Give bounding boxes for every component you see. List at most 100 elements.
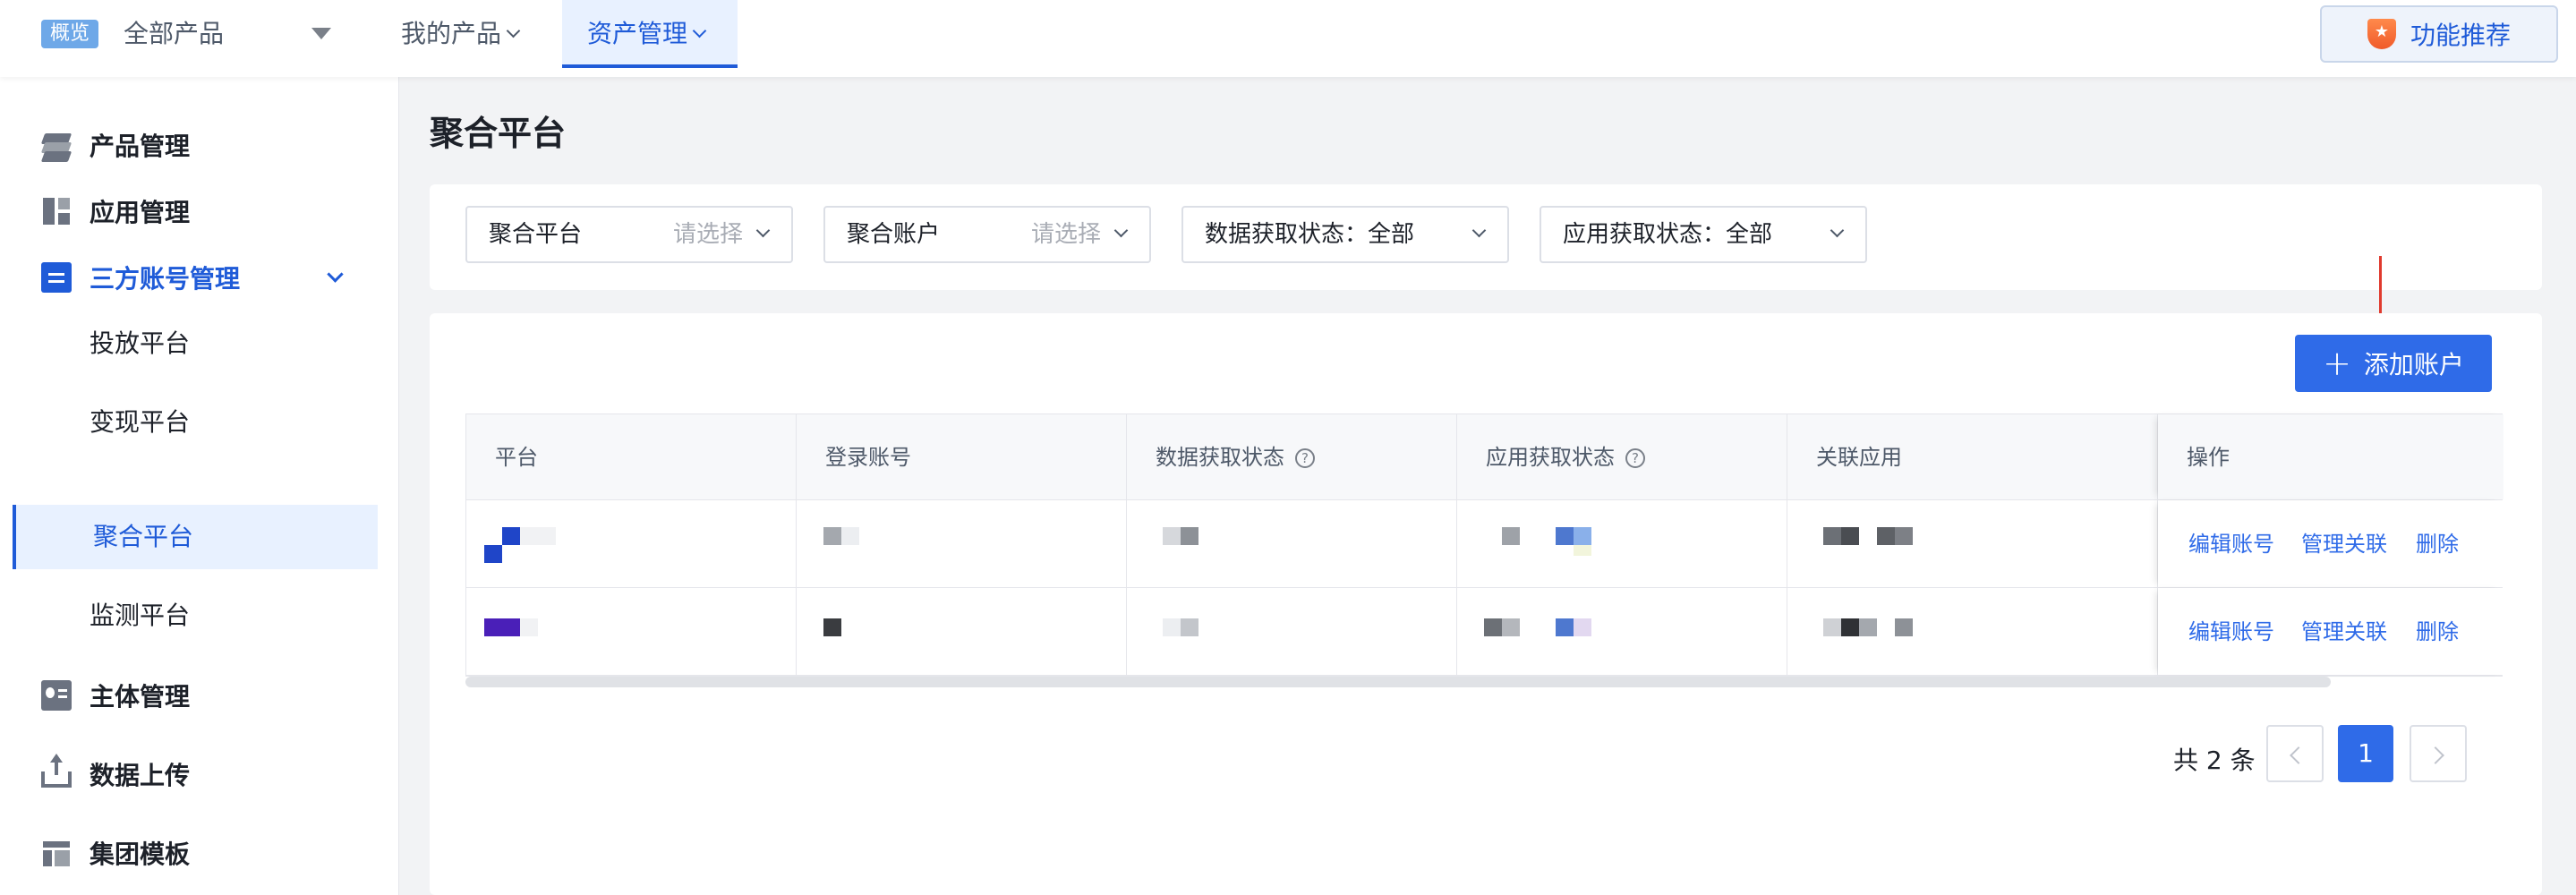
pagination-page-button[interactable]: 1 [2338, 725, 2393, 782]
app-status-cell [1457, 588, 1787, 675]
chevron-left-icon [2290, 746, 2307, 764]
redacted-text [1841, 618, 1859, 636]
filter-data-fetch-status[interactable]: 数据获取状态：全部 [1181, 206, 1509, 263]
table-horizontal-scrollbar[interactable] [465, 677, 2331, 687]
redacted-text [1859, 618, 1877, 636]
redacted-text [1574, 545, 1591, 556]
redacted-text [1556, 618, 1574, 636]
redacted-text [1895, 527, 1913, 545]
sidebar-item-label: 应用管理 [90, 198, 191, 227]
caret-down-icon[interactable] [311, 28, 331, 39]
actions-cell: 编辑账号 管理关联 删除 [2158, 500, 2503, 587]
redacted-text [1574, 618, 1591, 636]
tab-my-products[interactable]: 我的产品 [376, 0, 543, 68]
column-header-data-fetch-status: 数据获取状态? [1127, 414, 1457, 499]
delete-link[interactable]: 删除 [2416, 588, 2459, 676]
chevron-down-icon[interactable] [327, 266, 344, 283]
delete-link[interactable]: 删除 [2416, 500, 2459, 588]
column-header-platform: 平台 [466, 414, 797, 499]
grid-icon [41, 196, 72, 226]
sidebar-subitem-aggregation-platform[interactable]: 聚合平台 [13, 505, 378, 569]
overview-badge[interactable]: 概览 [41, 20, 98, 48]
sidebar-item-third-party-accounts[interactable]: 三方账号管理 [0, 245, 376, 310]
sidebar-subitem-monitoring-platform[interactable]: 监测平台 [0, 584, 376, 648]
column-header-label: 平台 [495, 445, 538, 470]
sidebar-item-label: 主体管理 [90, 682, 191, 712]
login-account-cell [797, 500, 1127, 587]
document-icon [41, 262, 72, 293]
redacted-text [520, 527, 556, 545]
column-header-label: 操作 [2187, 445, 2230, 470]
tab-asset-management[interactable]: 资产管理 [562, 0, 738, 68]
help-icon[interactable]: ? [1625, 448, 1645, 468]
sidebar-item-data-upload[interactable]: 数据上传 [0, 742, 376, 806]
accounts-table-card: + 添加账户 平台 登录账号 数据获取状态? 应用获取状态? 关联应用 操作 编… [430, 313, 2542, 895]
sidebar-subitem-ad-platform[interactable]: 投放平台 [0, 311, 376, 376]
filter-label: 数据获取状态：全部 [1205, 221, 1415, 248]
chevron-down-icon [1471, 223, 1487, 238]
column-header-label: 关联应用 [1816, 445, 1902, 470]
column-header-label: 应用获取状态 [1486, 445, 1615, 470]
feature-recommend-button[interactable]: 功能推荐 [2320, 5, 2558, 63]
column-header-actions: 操作 [2158, 414, 2503, 499]
app-status-cell [1457, 500, 1787, 587]
redacted-text [1484, 618, 1502, 636]
filter-label: 应用获取状态：全部 [1563, 221, 1773, 248]
sidebar: 产品管理 应用管理 三方账号管理 投放平台 变现平台 聚合平台 监测平台 主体管… [0, 77, 399, 895]
pagination-total: 共 2 条 [2173, 746, 2256, 775]
sidebar-item-app-management[interactable]: 应用管理 [0, 179, 376, 243]
pagination-prev-button[interactable] [2266, 725, 2324, 782]
edit-account-link[interactable]: 编辑账号 [2188, 500, 2274, 588]
chevron-down-icon [692, 23, 707, 38]
product-select[interactable]: 全部产品 [124, 16, 224, 52]
redacted-platform-logo [484, 618, 520, 636]
top-navigation: 概览 全部产品 我的产品 资产管理 功能推荐 [0, 0, 2576, 77]
sidebar-item-label: 产品管理 [90, 132, 191, 161]
filter-app-fetch-status[interactable]: 应用获取状态：全部 [1540, 206, 1867, 263]
sidebar-item-product-management[interactable]: 产品管理 [0, 113, 376, 177]
redacted-text [823, 618, 841, 636]
chevron-down-icon [1113, 223, 1129, 238]
feature-recommend-label: 功能推荐 [2410, 21, 2511, 50]
login-account-cell [797, 588, 1127, 675]
table-row: 编辑账号 管理关联 删除 [466, 588, 2503, 676]
plus-icon: + [2323, 344, 2351, 383]
sidebar-subitem-monetization-platform[interactable]: 变现平台 [0, 390, 376, 455]
data-status-cell [1127, 500, 1457, 587]
sidebar-item-label: 数据上传 [90, 761, 191, 790]
sidebar-item-group-template[interactable]: 集团模板 [0, 821, 376, 885]
pagination-next-button[interactable] [2410, 725, 2467, 782]
redacted-text [1877, 527, 1895, 545]
manage-links-link[interactable]: 管理关联 [2301, 588, 2387, 676]
sidebar-item-entity-management[interactable]: 主体管理 [0, 663, 376, 728]
edit-account-link[interactable]: 编辑账号 [2188, 588, 2274, 676]
filter-placeholder: 请选择 [1031, 221, 1102, 248]
redacted-text [1181, 618, 1198, 636]
filter-aggregation-platform[interactable]: 聚合平台 请选择 [465, 206, 793, 263]
add-account-button[interactable]: + 添加账户 [2295, 335, 2492, 392]
sidebar-subitem-label: 投放平台 [90, 328, 191, 358]
table-row: 编辑账号 管理关联 删除 [466, 500, 2503, 588]
filter-label: 聚合平台 [489, 221, 583, 248]
filter-placeholder: 请选择 [673, 221, 744, 248]
column-header-app-fetch-status: 应用获取状态? [1457, 414, 1787, 499]
redacted-platform-logo [484, 545, 502, 563]
redacted-text [1502, 527, 1520, 545]
redacted-text [520, 618, 538, 636]
redacted-text [1823, 618, 1841, 636]
help-icon[interactable]: ? [1295, 448, 1315, 468]
page-title: 聚合平台 [430, 114, 567, 153]
redacted-text [1841, 527, 1859, 545]
filter-label: 聚合账户 [847, 221, 941, 248]
linked-apps-cell [1787, 588, 2158, 675]
manage-links-link[interactable]: 管理关联 [2301, 500, 2387, 588]
chevron-down-icon [1830, 223, 1845, 238]
redacted-text [1823, 527, 1841, 545]
chevron-down-icon [506, 23, 521, 38]
filter-aggregation-account[interactable]: 聚合账户 请选择 [823, 206, 1151, 263]
chevron-down-icon [755, 223, 771, 238]
tab-label: 我的产品 [401, 19, 502, 48]
redacted-text [1181, 527, 1198, 545]
add-account-label: 添加账户 [2363, 350, 2464, 379]
template-icon [41, 838, 72, 868]
